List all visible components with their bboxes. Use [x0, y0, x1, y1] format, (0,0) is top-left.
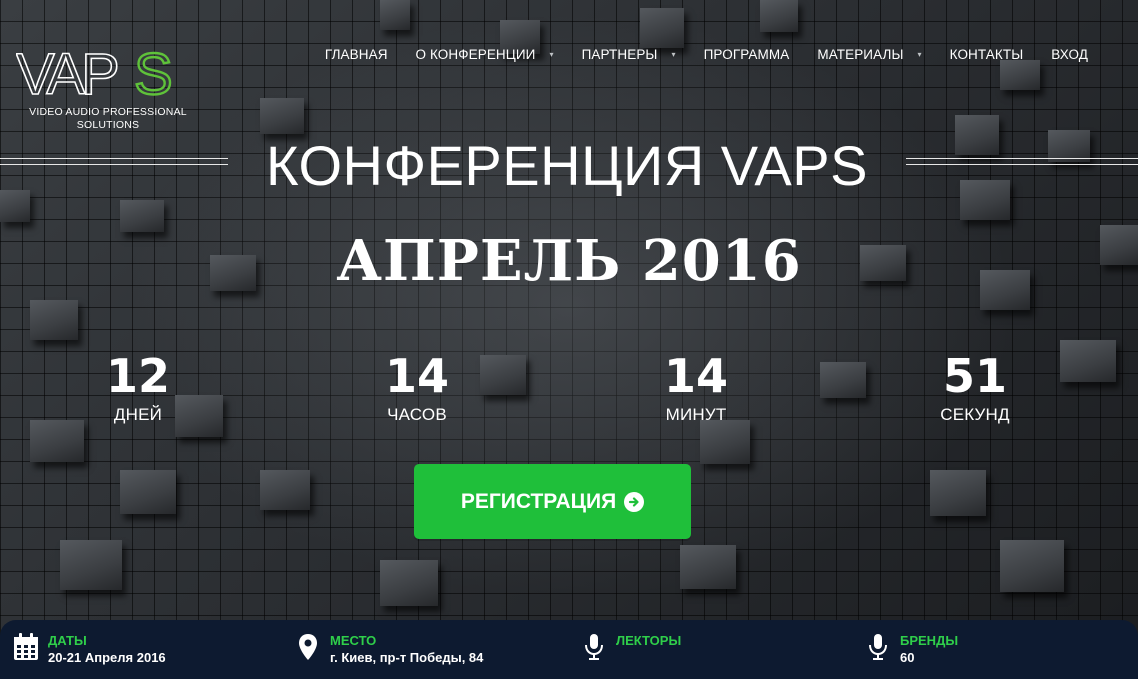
countdown-days-value: 12	[105, 349, 170, 403]
nav-item-materials[interactable]: МАТЕРИАЛЫ ▾	[803, 47, 935, 62]
hero-subtitle: АПРЕЛЬ 2016	[336, 228, 802, 294]
nav-item-login[interactable]: ВХОД	[1037, 47, 1102, 62]
event-info-bar: ДАТЫ 20-21 Апреля 2016 МЕСТО г. Киев, пр…	[0, 620, 1138, 679]
hero-section: VAP S VIDEO AUDIO PROFESSIONAL SOLUTIONS…	[0, 0, 1138, 679]
countdown-seconds-value: 51	[942, 349, 1007, 403]
nav-item-label: ГЛАВНАЯ	[324, 47, 388, 62]
countdown-seconds-label: СЕКУНД	[940, 405, 1010, 424]
microphone-icon	[864, 632, 892, 662]
info-brands-value: 60	[900, 650, 915, 665]
microphone-icon	[580, 632, 608, 662]
hero-title: КОНФЕРЕНЦИЯ VAPS	[266, 134, 868, 197]
info-dates: ДАТЫ 20-21 Апреля 2016	[12, 632, 166, 667]
title-divider-left	[0, 158, 228, 165]
info-brands: БРЕНДЫ 60	[864, 632, 958, 667]
main-nav: ГЛАВНАЯ О КОНФЕРЕНЦИИ ▾ ПАРТНЕРЫ ▾ ПРОГР…	[311, 47, 1102, 62]
nav-item-label: О КОНФЕРЕНЦИИ	[415, 47, 536, 62]
arrow-circle-right-icon	[624, 491, 645, 512]
nav-item-label: ВХОД	[1051, 47, 1088, 62]
chevron-down-icon: ▾	[917, 50, 922, 59]
nav-item-contacts[interactable]: КОНТАКТЫ	[936, 47, 1038, 62]
info-place-label: МЕСТО	[330, 633, 377, 648]
nav-item-label: МАТЕРИАЛЫ	[817, 47, 904, 62]
map-marker-icon	[294, 632, 322, 662]
info-dates-label: ДАТЫ	[48, 633, 87, 648]
logo-subtitle-line1: VIDEO AUDIO PROFESSIONAL	[29, 106, 187, 118]
logo-subtitle: VIDEO AUDIO PROFESSIONAL SOLUTIONS	[18, 106, 198, 132]
nav-item-program[interactable]: ПРОГРАММА	[690, 47, 804, 62]
countdown-minutes-value: 14	[663, 349, 728, 403]
info-place: МЕСТО г. Киев, пр-т Победы, 84	[294, 632, 483, 667]
countdown-minutes-label: МИНУТ	[665, 405, 727, 424]
register-button[interactable]: РЕГИСТРАЦИЯ	[414, 464, 691, 539]
logo-subtitle-line2: SOLUTIONS	[76, 119, 140, 131]
countdown-seconds: 51 СЕКУНД	[905, 348, 1045, 426]
countdown-timer: 12 ДНЕЙ 14 ЧАСОВ 14 МИНУТ 51 СЕКУНД	[0, 348, 1138, 438]
info-place-value: г. Киев, пр-т Победы, 84	[330, 650, 484, 665]
countdown-hours-value: 14	[384, 349, 449, 403]
info-speakers: ЛЕКТОРЫ	[580, 632, 681, 662]
countdown-hours-label: ЧАСОВ	[387, 405, 447, 424]
svg-text:VAP: VAP	[16, 44, 117, 104]
svg-text:S: S	[134, 44, 173, 104]
nav-item-partners[interactable]: ПАРТНЕРЫ ▾	[568, 47, 690, 62]
nav-item-about[interactable]: О КОНФЕРЕНЦИИ ▾	[402, 47, 568, 62]
countdown-hours: 14 ЧАСОВ	[347, 348, 487, 426]
nav-item-label: ПРОГРАММА	[703, 47, 790, 62]
info-speakers-label: ЛЕКТОРЫ	[616, 633, 682, 648]
title-divider-right	[906, 158, 1138, 165]
chevron-down-icon: ▾	[549, 50, 554, 59]
info-brands-label: БРЕНДЫ	[900, 633, 959, 648]
countdown-minutes: 14 МИНУТ	[626, 348, 766, 426]
info-dates-value: 20-21 Апреля 2016	[48, 650, 166, 665]
countdown-days-label: ДНЕЙ	[113, 405, 163, 424]
logo[interactable]: VAP S VIDEO AUDIO PROFESSIONAL SOLUTIONS	[16, 44, 196, 134]
nav-item-label: КОНТАКТЫ	[949, 47, 1024, 62]
countdown-days: 12 ДНЕЙ	[68, 348, 208, 426]
nav-item-home[interactable]: ГЛАВНАЯ	[311, 47, 402, 62]
nav-item-label: ПАРТНЕРЫ	[581, 47, 658, 62]
register-button-label: РЕГИСТРАЦИЯ	[460, 489, 617, 513]
chevron-down-icon: ▾	[671, 50, 676, 59]
vaps-logo-mark: VAP S	[16, 44, 174, 104]
hero-title-row: КОНФЕРЕНЦИЯ VAPS	[0, 136, 1138, 196]
calendar-icon	[12, 632, 40, 662]
